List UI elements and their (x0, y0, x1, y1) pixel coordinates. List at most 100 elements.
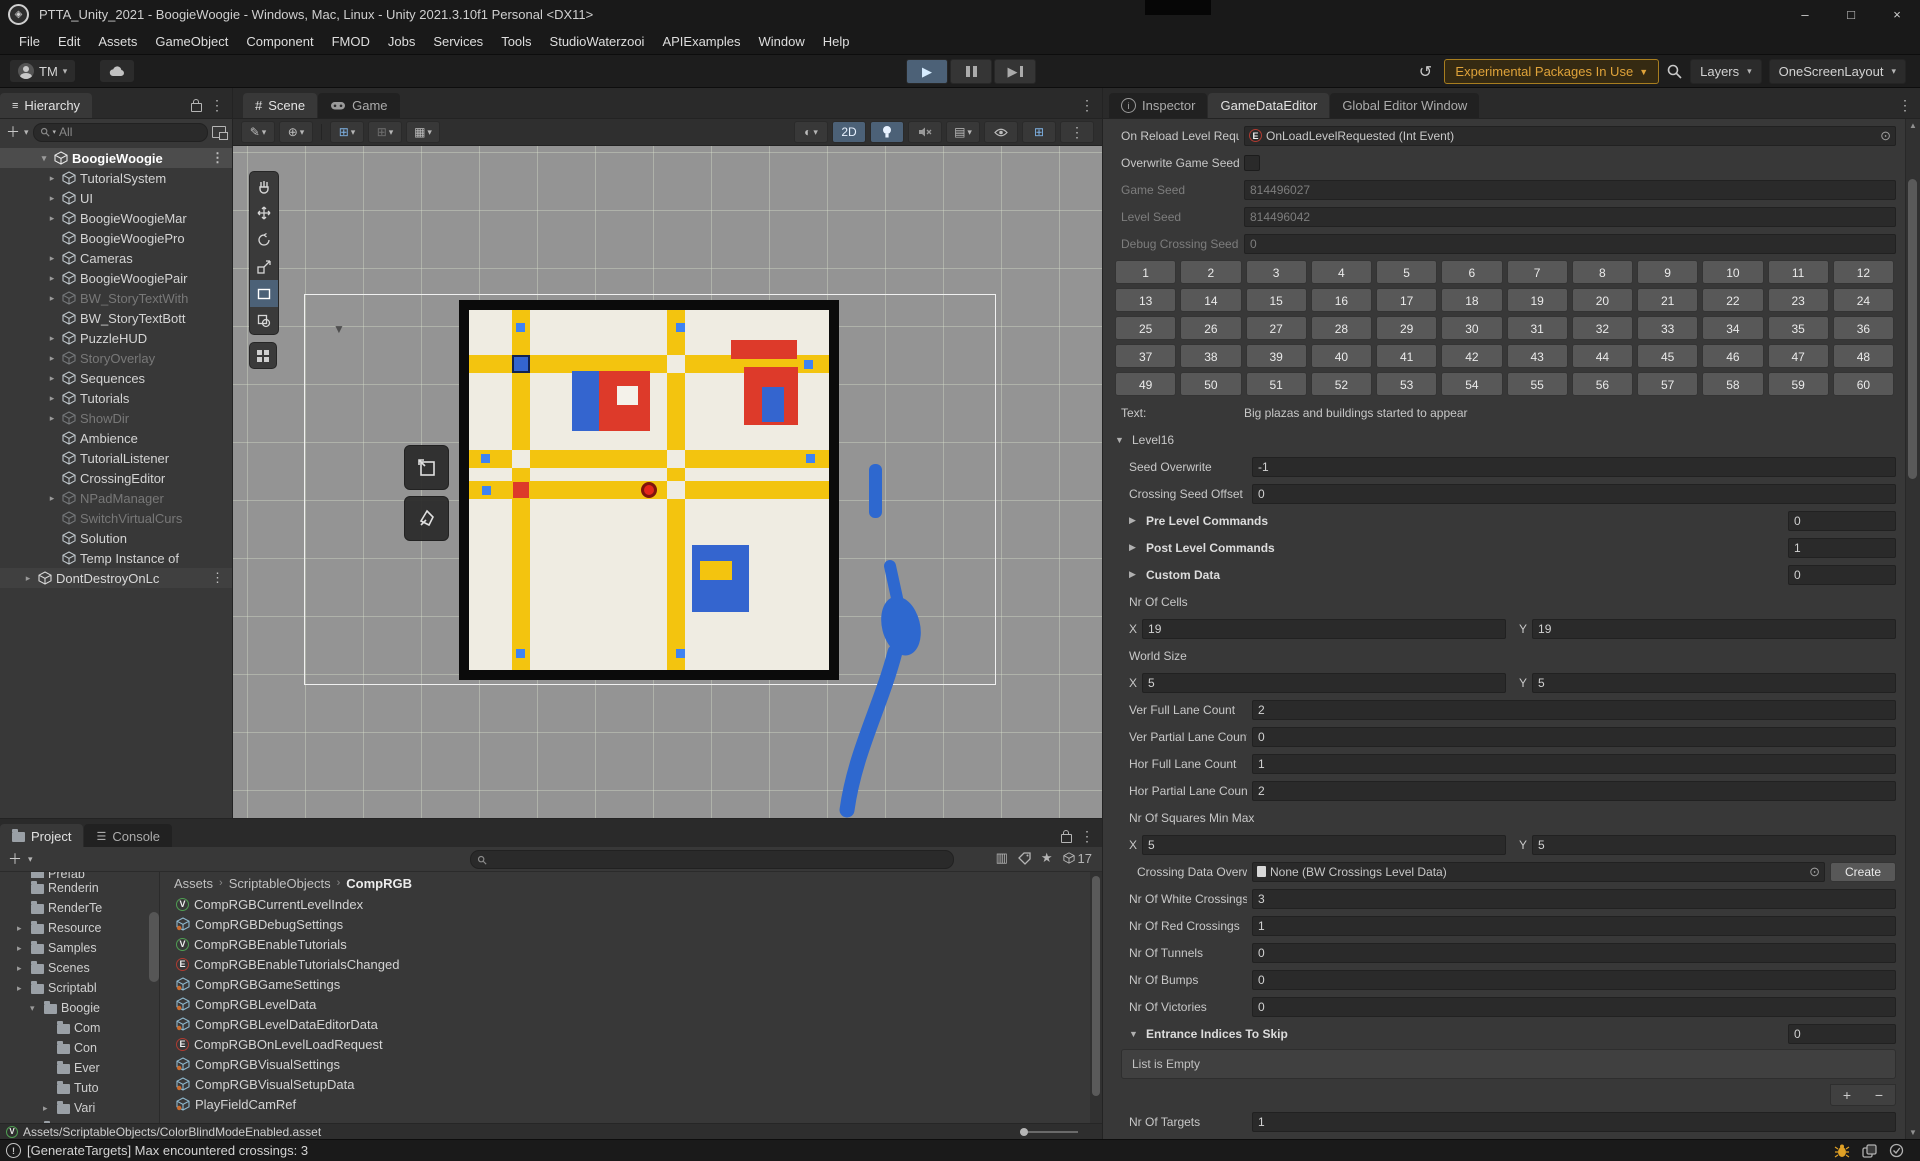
lock-icon[interactable] (1061, 830, 1072, 843)
field-crossing-seed-offset[interactable]: 0 (1252, 483, 1896, 504)
breadcrumb-scriptableobjects[interactable]: ScriptableObjects (229, 876, 331, 891)
hidden-packages-count[interactable]: 17 (1062, 851, 1092, 866)
asset-comprgbgamesettings[interactable]: CompRGBGameSettings (162, 974, 1090, 994)
transform-tool-button[interactable] (250, 307, 278, 334)
chevron-down-icon[interactable]: ▾ (28, 854, 33, 865)
kebab-menu-icon[interactable]: ⋮ (1080, 828, 1094, 845)
collab-layers-icon[interactable] (1862, 1143, 1877, 1158)
foldout-arrow-icon[interactable]: ▸ (17, 983, 27, 994)
hierarchy-scene-dontdestroyonload[interactable]: ▸ DontDestroyOnLc ⋮ (0, 568, 232, 588)
level-button-57[interactable]: 57 (1637, 372, 1699, 396)
level-button-11[interactable]: 11 (1767, 260, 1829, 284)
foldout-arrow-icon[interactable]: ▸ (17, 943, 27, 954)
level-button-19[interactable]: 19 (1506, 288, 1568, 312)
field-nr-of-tunnels[interactable]: 0 (1252, 942, 1896, 963)
hierarchy-item-tutoriallistener[interactable]: TutorialListener (0, 448, 232, 468)
menu-services[interactable]: Services (424, 34, 492, 49)
menu-component[interactable]: Component (237, 34, 322, 49)
lighting-toggle-button[interactable] (870, 121, 904, 143)
field-seed-overwrite[interactable]: -1 (1252, 456, 1896, 477)
hierarchy-search-input[interactable]: ▾ All (32, 122, 208, 142)
hierarchy-item-storyoverlay[interactable]: ▸ StoryOverlay (0, 348, 232, 368)
level-button-43[interactable]: 43 (1506, 344, 1568, 368)
editor-tool-button[interactable] (249, 342, 277, 369)
selection-handle[interactable] (676, 323, 685, 332)
folder-boogie[interactable]: ▾ Boogie (0, 998, 159, 1018)
tab-scene[interactable]: # Scene (243, 93, 318, 118)
level-button-37[interactable]: 37 (1115, 344, 1177, 368)
asset-comprgbonlevelloadrequest[interactable]: E CompRGBOnLevelLoadRequest (162, 1034, 1090, 1054)
level-button-39[interactable]: 39 (1245, 344, 1307, 368)
foldout-arrow-icon[interactable]: ▸ (22, 573, 34, 584)
selection-handle[interactable] (804, 360, 813, 369)
level-button-10[interactable]: 10 (1702, 260, 1764, 284)
breadcrumb-assets[interactable]: Assets (174, 876, 213, 891)
bug-icon[interactable] (1834, 1144, 1850, 1158)
field-hor-partial-lane-count[interactable]: 2 (1252, 780, 1896, 801)
lock-icon[interactable] (191, 99, 202, 112)
hierarchy-item-crossingeditor[interactable]: CrossingEditor (0, 468, 232, 488)
folder-samples[interactable]: ▸ Samples (0, 938, 159, 958)
menu-help[interactable]: Help (814, 34, 859, 49)
selection-handle[interactable] (516, 649, 525, 658)
folder-scriptabl[interactable]: ▸ Scriptabl (0, 978, 159, 998)
field-nr-of-targets[interactable]: 1 (1252, 1111, 1896, 1132)
foldout-arrow-icon[interactable]: ▸ (46, 293, 58, 304)
foldout-arrow-icon[interactable]: ▶ (1129, 542, 1141, 553)
level-button-49[interactable]: 49 (1115, 372, 1177, 396)
move-tool-button[interactable] (250, 199, 278, 226)
maximize-button[interactable]: □ (1828, 0, 1874, 28)
level-button-27[interactable]: 27 (1245, 316, 1307, 340)
level-button-26[interactable]: 26 (1180, 316, 1242, 340)
level-button-12[interactable]: 12 (1832, 260, 1894, 284)
object-field-on-reload-level-reque[interactable]: E OnLoadLevelRequested (Int Event) ⊙ (1244, 125, 1896, 146)
hierarchy-item-solution[interactable]: Solution (0, 528, 232, 548)
chevron-down-icon[interactable]: ▾ (24, 127, 29, 138)
selection-handle[interactable] (482, 486, 491, 495)
rect-tool-button[interactable] (250, 280, 278, 307)
scene-canvas[interactable]: ▼ (233, 146, 1102, 818)
field-level-seed[interactable]: 814496042 (1244, 206, 1896, 227)
level-button-45[interactable]: 45 (1637, 344, 1699, 368)
foldout-arrow-icon[interactable]: ▸ (46, 333, 58, 344)
mode-2d-button[interactable]: 2D (832, 121, 866, 143)
asset-comprgbleveldata[interactable]: CompRGBLevelData (162, 994, 1090, 1014)
count-field-custom-data[interactable]: 0 (1788, 564, 1896, 585)
menu-studiowaterzooi[interactable]: StudioWaterzooi (541, 34, 654, 49)
count-field-post-level-commands[interactable]: 1 (1788, 537, 1896, 558)
audio-mute-button[interactable] (908, 121, 942, 143)
level-button-15[interactable]: 15 (1245, 288, 1307, 312)
hierarchy-item-boogiewoogiepair[interactable]: ▸ BoogieWoogiePair (0, 268, 232, 288)
rect-tool-overlay-button[interactable] (404, 445, 449, 490)
menu-window[interactable]: Window (750, 34, 814, 49)
level-button-16[interactable]: 16 (1310, 288, 1372, 312)
folder-ever[interactable]: Ever (0, 1058, 159, 1078)
field-nr-of-victories[interactable]: 0 (1252, 996, 1896, 1017)
level-button-33[interactable]: 33 (1637, 316, 1699, 340)
undo-history-icon[interactable]: ↺ (1413, 60, 1437, 84)
gizmos-button[interactable]: ⊕ ▾ (279, 121, 313, 143)
account-dropdown[interactable]: TM ▾ (10, 60, 76, 82)
breadcrumb-comprgb[interactable]: CompRGB (346, 876, 412, 891)
asset-comprgbenabletutorialschanged[interactable]: E CompRGBEnableTutorialsChanged (162, 954, 1090, 974)
level-button-34[interactable]: 34 (1702, 316, 1764, 340)
kebab-menu-icon[interactable]: ⋮ (1080, 97, 1094, 114)
level-button-38[interactable]: 38 (1180, 344, 1242, 368)
folder-renderin[interactable]: Renderin (0, 878, 159, 898)
field-hor-full-lane-count[interactable]: 1 (1252, 753, 1896, 774)
level-button-36[interactable]: 36 (1832, 316, 1894, 340)
hierarchy-item-boogiewoogiepro[interactable]: BoogieWoogiePro (0, 228, 232, 248)
level-button-32[interactable]: 32 (1571, 316, 1633, 340)
level-button-6[interactable]: 6 (1441, 260, 1503, 284)
level-button-25[interactable]: 25 (1115, 316, 1177, 340)
hierarchy-item-showdir[interactable]: ▸ ShowDir (0, 408, 232, 428)
create-asset-button[interactable]: ＋ (8, 849, 22, 869)
foldout-arrow-icon[interactable]: ▾ (30, 1003, 40, 1014)
level-button-7[interactable]: 7 (1506, 260, 1568, 284)
foldout-arrow-icon[interactable]: ▸ (17, 963, 27, 974)
level-button-44[interactable]: 44 (1571, 344, 1633, 368)
level-button-31[interactable]: 31 (1506, 316, 1568, 340)
menu-tools[interactable]: Tools (492, 34, 540, 49)
menu-file[interactable]: File (10, 34, 49, 49)
status-message[interactable]: [GenerateTargets] Max encountered crossi… (27, 1143, 308, 1158)
